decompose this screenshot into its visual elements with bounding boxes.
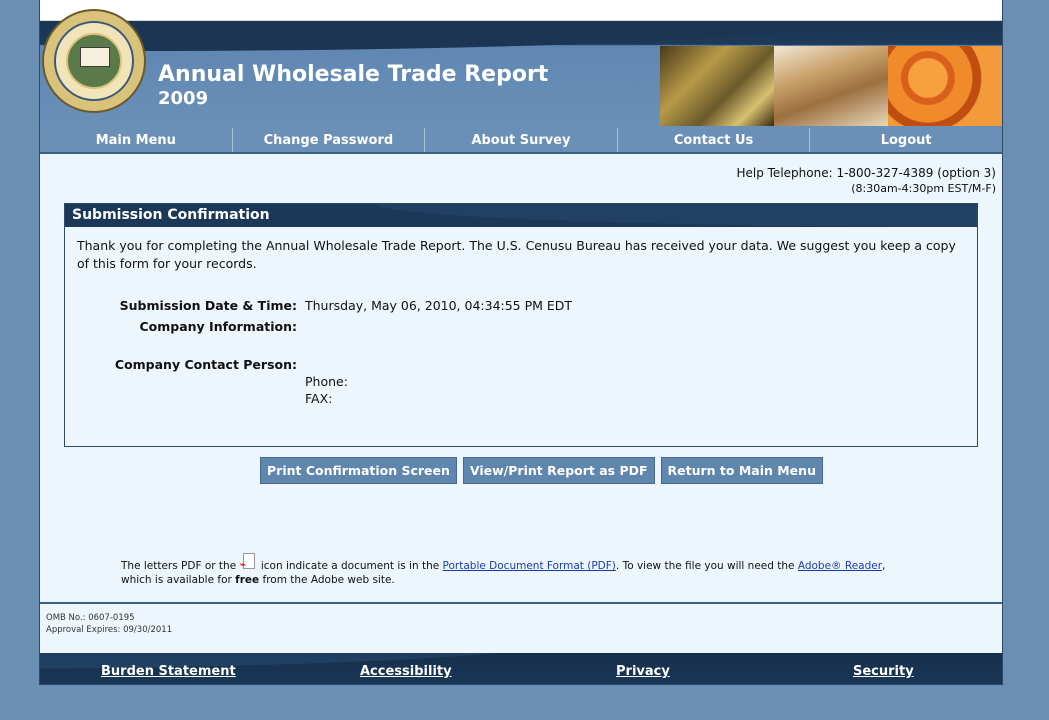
help-info: Help Telephone: 1-800-327-4389 (option 3… (736, 166, 996, 196)
fax-label: FAX: (305, 391, 333, 406)
hardware-photo (660, 46, 774, 126)
pdf-icon: ⌁ (240, 553, 258, 571)
omb-number: OMB No.: 0607-0195 (46, 613, 135, 623)
top-strip (40, 0, 1002, 21)
footer-divider (40, 602, 1002, 604)
adobe-reader-link[interactable]: Adobe® Reader (798, 560, 882, 572)
nav-logout[interactable]: Logout (810, 128, 1002, 152)
privacy-link[interactable]: Privacy (616, 664, 670, 679)
confirmation-heading: Submission Confirmation (72, 207, 270, 223)
nav-change-password[interactable]: Change Password (233, 128, 426, 152)
pdf-note: The letters PDF or the ⌁ icon indicate a… (121, 553, 911, 587)
return-main-menu-button[interactable]: Return to Main Menu (660, 457, 823, 484)
burden-statement-link[interactable]: Burden Statement (101, 664, 236, 679)
help-telephone: Help Telephone: 1-800-327-4389 (option 3… (736, 166, 996, 180)
accessibility-link[interactable]: Accessibility (360, 664, 452, 679)
footer-bar: Burden Statement Accessibility Privacy S… (40, 653, 1002, 684)
nav-about-survey[interactable]: About Survey (425, 128, 618, 152)
nav-contact-us[interactable]: Contact Us (618, 128, 811, 152)
print-confirmation-button[interactable]: Print Confirmation Screen (260, 457, 457, 484)
omb-info: OMB No.: 0607-0195 Approval Expires: 09/… (46, 612, 172, 636)
pdf-format-link[interactable]: Portable Document Format (PDF) (443, 560, 616, 572)
phone-label: Phone: (305, 374, 348, 389)
page-title: Annual Wholesale Trade Report (158, 62, 549, 87)
header-banner: Annual Wholesale Trade Report 2009 (40, 9, 1002, 128)
contact-label: Company Contact Person: (114, 357, 297, 372)
boxes-photo (774, 46, 888, 126)
omb-expires: Approval Expires: 09/30/2011 (46, 625, 173, 635)
main-nav: Main Menu Change Password About Survey C… (40, 128, 1002, 154)
action-buttons: Print Confirmation Screen View/Print Rep… (260, 457, 823, 484)
submission-value: Thursday, May 06, 2010, 04:34:55 PM EDT (305, 298, 573, 313)
view-print-pdf-button[interactable]: View/Print Report as PDF (462, 457, 655, 484)
oranges-photo (888, 46, 1002, 126)
company-label: Company Information: (139, 319, 297, 334)
report-year: 2009 (158, 88, 209, 109)
header-photos (660, 46, 1002, 126)
security-link[interactable]: Security (853, 664, 914, 679)
help-hours: (8:30am-4:30pm EST/M-F) (851, 182, 996, 195)
submission-label: Submission Date & Time: (119, 298, 297, 313)
confirmation-heading-bar: Submission Confirmation (65, 204, 977, 227)
census-seal-logo (42, 9, 146, 113)
nav-main-menu[interactable]: Main Menu (40, 128, 233, 152)
confirmation-message: Thank you for completing the Annual Whol… (77, 238, 956, 271)
book-icon (80, 47, 110, 67)
confirmation-panel: Submission Confirmation Thank you for co… (64, 203, 978, 447)
page-container: Annual Wholesale Trade Report 2009 Main … (39, 0, 1003, 685)
